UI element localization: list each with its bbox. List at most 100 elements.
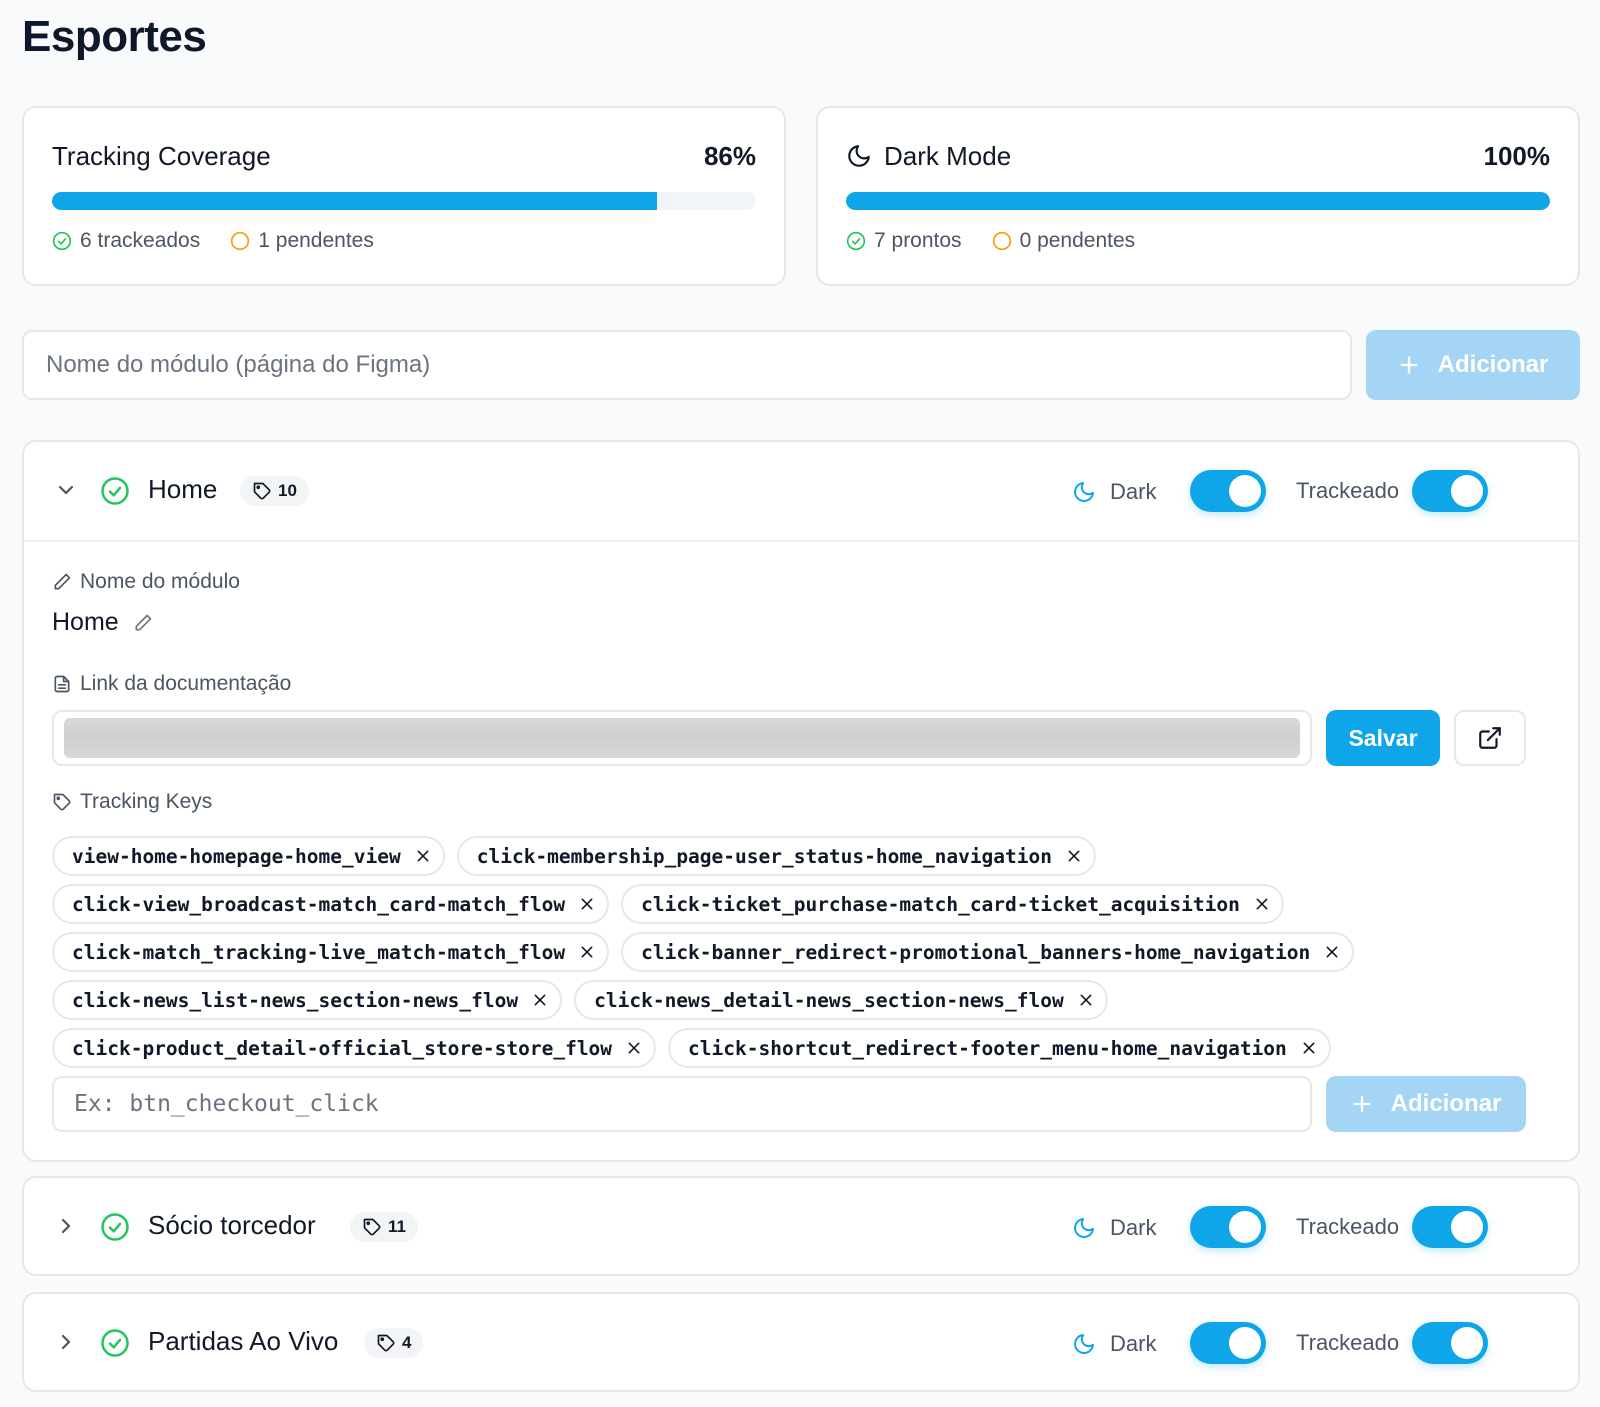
tracking-keys-section-label: Tracking Keys: [52, 790, 212, 814]
module-name: Partidas Ao Vivo: [148, 1326, 339, 1356]
tracking-key-label: click-news_detail-news_section-news_flow: [594, 988, 1064, 1012]
module-card-home: Home 10 Dark Trackeado Nome do módulo Ho…: [22, 440, 1580, 1162]
tracked-toggle-label: Trackeado: [1296, 1330, 1400, 1355]
module-name: Sócio torcedor: [148, 1210, 316, 1240]
tag-icon: [252, 481, 272, 501]
pencil-icon[interactable]: [133, 613, 153, 633]
tracking-coverage-progress-fill: [52, 192, 658, 210]
tag-icon: [376, 1333, 396, 1353]
key-count: 10: [278, 481, 297, 500]
dark-mode-header: Dark Mode 100%: [846, 136, 1550, 176]
pending-count-label: 1 pendentes: [258, 229, 374, 252]
chevron-down-icon[interactable]: [54, 478, 78, 502]
doc-link-input[interactable]: [52, 710, 1312, 766]
tracking-key-chip: click-view_broadcast-match_card-match_fl…: [52, 884, 610, 924]
pending-count: 1 pendentes: [230, 229, 374, 253]
tracking-key-chip: click-news_list-news_section-news_flow: [52, 980, 563, 1020]
add-tracking-key-label: Adicionar: [1390, 1090, 1502, 1117]
tracking-key-label: click-product_detail-official_store-stor…: [72, 1036, 613, 1060]
dark-mode-card: Dark Mode 100% 7 prontos 0 pendentes: [816, 106, 1580, 286]
close-icon[interactable]: [532, 992, 548, 1008]
tracked-count-label: 6 trackeados: [80, 229, 201, 252]
tracking-key-chip: click-shortcut_redirect-footer_menu-home…: [668, 1028, 1331, 1068]
module-header-partidas-ao-vivo[interactable]: Partidas Ao Vivo 4 Dark Trackeado: [24, 1294, 1578, 1392]
open-link-button[interactable]: [1454, 710, 1526, 766]
tracking-keys-list: view-home-homepage-home_view click-membe…: [52, 836, 1552, 1068]
moon-icon: [1072, 480, 1096, 504]
dark-mode-toggle[interactable]: [1190, 1322, 1266, 1364]
document-icon: [52, 674, 72, 694]
dark-toggle-group: Dark: [1072, 1324, 1156, 1364]
dark-toggle-label: Dark: [1110, 479, 1157, 504]
plus-icon: [1398, 354, 1420, 376]
close-icon[interactable]: [1254, 896, 1270, 912]
tracking-key-chip: click-membership_page-user_status-home_n…: [456, 836, 1096, 876]
close-icon[interactable]: [579, 944, 595, 960]
close-icon[interactable]: [1324, 944, 1340, 960]
check-circle-icon: [100, 476, 130, 506]
module-name-input[interactable]: [22, 330, 1352, 400]
dark-mode-toggle[interactable]: [1190, 470, 1266, 512]
add-tracking-key-button[interactable]: Adicionar: [1326, 1076, 1526, 1132]
page-title: Esportes: [22, 12, 207, 61]
doc-link-redacted: [64, 718, 1300, 758]
pending-count: 0 pendentes: [992, 229, 1136, 253]
tracking-coverage-card: Tracking Coverage 86% 6 trackeados 1 pen…: [22, 106, 786, 286]
dark-toggle-group: Dark: [1072, 1208, 1156, 1248]
tag-icon: [362, 1217, 382, 1237]
tracked-toggle-label: Trackeado: [1296, 478, 1400, 503]
add-module-button-label: Adicionar: [1437, 351, 1549, 378]
tracking-key-label: click-news_list-news_section-news_flow: [72, 988, 519, 1012]
module-name-value: Home: [52, 608, 153, 637]
tracking-key-input[interactable]: [52, 1076, 1312, 1132]
dark-mode-percent: 100%: [1483, 140, 1551, 171]
dark-mode-progress-fill: [846, 192, 1550, 210]
tracking-key-label: click-view_broadcast-match_card-match_fl…: [72, 892, 566, 916]
module-header-home[interactable]: Home 10 Dark Trackeado: [24, 442, 1578, 540]
module-header-socio-torcedor[interactable]: Sócio torcedor 11 Dark Trackeado: [24, 1178, 1578, 1276]
tracked-toggle[interactable]: [1412, 1322, 1488, 1364]
tracking-key-label: click-shortcut_redirect-footer_menu-home…: [688, 1036, 1287, 1060]
dark-mode-legend: 7 prontos 0 pendentes: [846, 226, 1135, 256]
check-circle-icon: [846, 231, 866, 251]
module-card-socio-torcedor: Sócio torcedor 11 Dark Trackeado: [22, 1176, 1580, 1276]
dark-mode-toggle[interactable]: [1190, 1206, 1266, 1248]
check-circle-icon: [100, 1328, 130, 1358]
plus-icon: [1351, 1093, 1373, 1115]
tracking-coverage-progress-bar: [52, 192, 756, 210]
save-button[interactable]: Salvar: [1326, 710, 1440, 766]
pending-count-label: 0 pendentes: [1019, 229, 1136, 252]
dark-mode-title: Dark Mode: [884, 140, 1012, 171]
tracked-toggle[interactable]: [1412, 1206, 1488, 1248]
tracking-key-chip: click-banner_redirect-promotional_banner…: [621, 932, 1355, 972]
tracking-key-label: click-banner_redirect-promotional_banner…: [641, 940, 1311, 964]
pending-circle-icon: [230, 231, 250, 251]
ready-count-label: 7 prontos: [874, 229, 962, 252]
tracking-key-label: click-ticket_purchase-match_card-ticket_…: [641, 892, 1240, 916]
tracking-key-chip: click-match_tracking-live_match-match_fl…: [52, 932, 610, 972]
close-icon[interactable]: [579, 896, 595, 912]
tracking-key-chip: click-news_detail-news_section-news_flow: [574, 980, 1108, 1020]
pending-circle-icon: [992, 231, 1012, 251]
close-icon[interactable]: [1078, 992, 1094, 1008]
dark-toggle-label: Dark: [1110, 1215, 1157, 1240]
ready-count: 7 prontos: [846, 229, 962, 253]
doc-link-section-label: Link da documentação: [52, 672, 291, 696]
divider: [24, 540, 1578, 542]
module-name: Home: [148, 474, 218, 504]
close-icon[interactable]: [626, 1040, 642, 1056]
module-name-section-label: Nome do módulo: [52, 570, 240, 594]
pencil-icon: [52, 572, 72, 592]
close-icon[interactable]: [1066, 848, 1082, 864]
chevron-right-icon[interactable]: [54, 1214, 78, 1238]
tracking-key-label: click-membership_page-user_status-home_n…: [476, 844, 1052, 868]
dark-toggle-group: Dark: [1072, 472, 1156, 512]
close-icon[interactable]: [1301, 1040, 1317, 1056]
add-module-button[interactable]: Adicionar: [1366, 330, 1580, 400]
tracked-toggle[interactable]: [1412, 470, 1488, 512]
tracking-key-chip: view-home-homepage-home_view: [52, 836, 445, 876]
chevron-right-icon[interactable]: [54, 1330, 78, 1354]
key-count-badge: 4: [364, 1328, 424, 1358]
close-icon[interactable]: [415, 848, 431, 864]
tracking-key-label: click-match_tracking-live_match-match_fl…: [72, 940, 566, 964]
